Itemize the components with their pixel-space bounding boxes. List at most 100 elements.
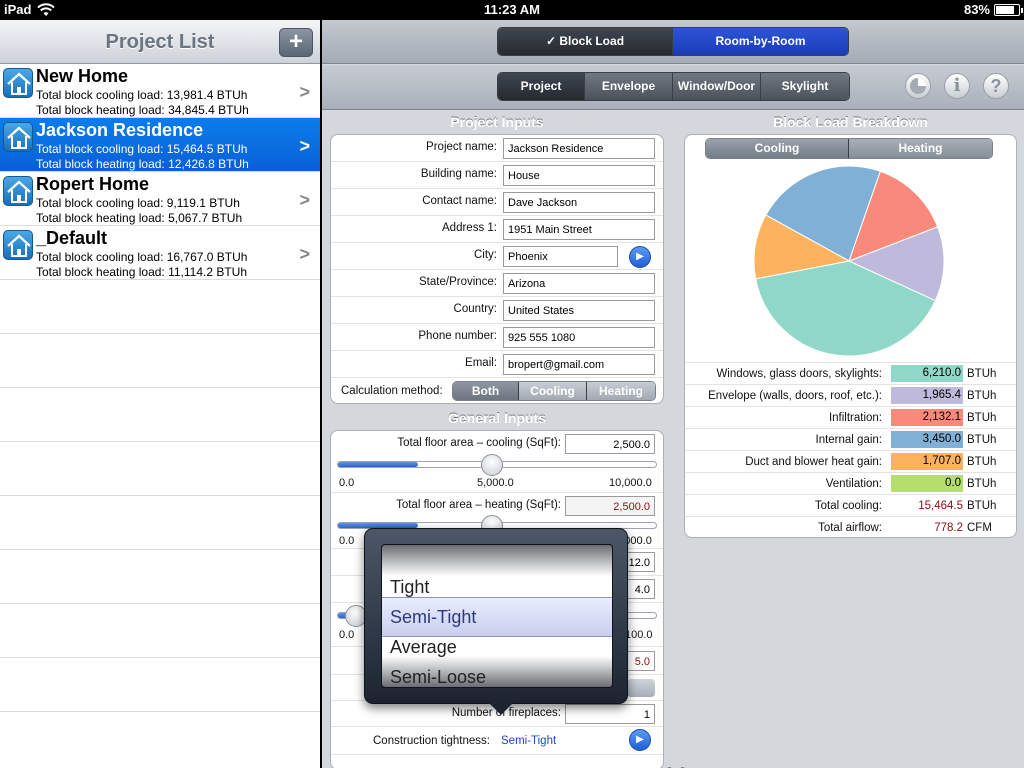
project-cooling-load: Total block cooling load: 9,119.1 BTUh [36, 196, 240, 210]
total-airflow-row: Total airflow: 778.2 CFM [685, 516, 1016, 537]
breakdown-label: Envelope (walls, doors, roof, etc.): [708, 390, 882, 402]
fireplaces-input[interactable]: 1 [565, 704, 655, 724]
tab-cooling[interactable]: Cooling [706, 139, 849, 158]
empty-row [0, 388, 320, 442]
construction-tightness-disclosure[interactable]: ▶ [629, 729, 651, 751]
project-list-header: Project List + [0, 20, 320, 64]
project-cooling-load: Total block cooling load: 16,767.0 BTUh [36, 250, 248, 264]
project-name: Ropert Home [36, 174, 150, 194]
floor-area-cooling-knob[interactable] [481, 454, 503, 476]
project-list-title: Project List [105, 31, 215, 53]
breakdown-unit: BTUh [967, 390, 997, 402]
calc-cooling-option[interactable]: Cooling [519, 382, 587, 400]
hidden-select-button[interactable] [627, 679, 655, 697]
field-input[interactable]: Arizona [503, 273, 655, 294]
picker-option-tight[interactable]: Tight [390, 577, 429, 598]
breakdown-row: Windows, glass doors, skylights: 6,210.0 B… [685, 362, 1016, 384]
project-name: New Home [36, 66, 129, 86]
tab-room-by-room[interactable]: Room-by-Room [673, 28, 848, 55]
chevron-right-icon: > [299, 244, 310, 264]
breakdown-label: Ventilation: [825, 478, 882, 490]
project-cooling-load: Total block cooling load: 13,981.4 BTUh [36, 88, 248, 102]
breakdown-card: Cooling Heating Windows, glass doors, sk… [684, 134, 1017, 538]
field-label: Contact name: [422, 195, 497, 207]
breakdown-tabs: Cooling Heating [705, 138, 993, 159]
field-input[interactable]: 925 555 1080 [503, 327, 655, 348]
project-inputs-title: Project Inputs [450, 114, 544, 130]
tab-window-door[interactable]: Window/Door [673, 73, 761, 100]
project-heating-load: Total block heating load: 34,845.4 BTUh [36, 103, 249, 117]
construction-tightness-row[interactable]: Construction tightness: Semi-Tight ▶ [331, 727, 663, 755]
breakdown-value: 1,707.0 [891, 453, 963, 470]
field-input[interactable]: House [503, 165, 655, 186]
floor-area-heating-input[interactable]: 2,500.0 [565, 496, 655, 516]
breakdown-row: Duct and blower heat gain: 1,707.0 BTUh [685, 450, 1016, 472]
breakdown-unit: BTUh [967, 412, 997, 424]
tab-heating[interactable]: Heating [849, 139, 992, 158]
calc-heating-option[interactable]: Heating [587, 382, 655, 400]
battery-icon [994, 4, 1023, 16]
field-input[interactable]: Phoenix [503, 246, 618, 267]
breakdown-label: Infiltration: [828, 412, 882, 424]
project-heating-load: Total block heating load: 5,067.7 BTUh [36, 211, 243, 225]
app-root: iPad 11:23 AM 83% Project List + New Hom… [0, 0, 1024, 768]
empty-row [0, 604, 320, 658]
project-row[interactable]: New Home Total block cooling load: 13,981… [0, 64, 320, 118]
field-input[interactable]: United States [503, 300, 655, 321]
slider-min-label: 0.0 [339, 477, 355, 489]
breakdown-value: 6,210.0 [891, 365, 963, 382]
project-row[interactable]: Jackson Residence Total block cooling loa… [0, 118, 320, 172]
project-fields: Project name: Jackson Residence Building n… [331, 135, 663, 378]
pie-chart-icon[interactable] [905, 73, 931, 99]
project-field-row: Country: United States [331, 297, 663, 324]
project-row[interactable]: _Default Total block cooling load: 16,767… [0, 226, 320, 280]
breakdown-row: Envelope (walls, doors, roof, etc.): 1,96… [685, 384, 1016, 406]
tab-envelope[interactable]: Envelope [585, 73, 673, 100]
total-airflow-label: Total airflow: [818, 522, 882, 534]
section-toolbar: Project Envelope Window/Door Skylight i … [322, 65, 1024, 110]
page-indicator [650, 759, 689, 768]
tightness-picker-wheel[interactable]: Tight Semi-Tight Average Semi-Loose [381, 544, 613, 688]
total-airflow-value: 778.2 [934, 522, 963, 534]
floor-area-heating-label: Total floor area – heating (SqFt): [396, 499, 561, 511]
picker-option-average[interactable]: Average [390, 637, 457, 658]
field-label: Email: [465, 357, 497, 369]
floor-area-cooling-input[interactable]: 2,500.0 [565, 434, 655, 454]
tab-project[interactable]: Project [498, 73, 585, 100]
project-row[interactable]: Ropert Home Total block cooling load: 9,1… [0, 172, 320, 226]
field-label: Country: [453, 303, 497, 315]
breakdown-value: 1,965.4 [891, 387, 963, 404]
calc-both-option[interactable]: Both [453, 382, 519, 400]
field-input[interactable]: Jackson Residence [503, 138, 655, 159]
status-bar: iPad 11:23 AM 83% [0, 0, 1024, 20]
help-icon[interactable]: ? [983, 73, 1009, 99]
breakdown-label: Internal gain: [815, 434, 883, 446]
empty-row [0, 496, 320, 550]
picker-option-semi-tight[interactable]: Semi-Tight [390, 607, 476, 628]
project-field-row: Building name: House [331, 162, 663, 189]
total-cooling-unit: BTUh [967, 500, 997, 512]
total-cooling-label: Total cooling: [814, 500, 882, 512]
calculation-method-label: Calculation method: [341, 385, 443, 397]
breakdown-unit: BTUh [967, 434, 997, 446]
city-lookup-button[interactable]: ▶ [629, 246, 651, 268]
project-field-row: Email: bropert@gmail.com [331, 351, 663, 378]
picker-option-semi-loose[interactable]: Semi-Loose [390, 667, 486, 687]
add-project-button[interactable]: + [279, 28, 313, 57]
field-input[interactable]: bropert@gmail.com [503, 354, 655, 375]
house-icon [3, 176, 33, 206]
tab-skylight[interactable]: Skylight [761, 73, 849, 100]
field-input[interactable]: Dave Jackson [503, 192, 655, 213]
breakdown-row: Internal gain: 3,450.0 BTUh [685, 428, 1016, 450]
empty-row [0, 658, 320, 712]
mode-toolbar: ✓ Block Load Room-by-Room [322, 20, 1024, 64]
project-list: New Home Total block cooling load: 13,981… [0, 64, 320, 280]
info-icon[interactable]: i [944, 73, 970, 99]
project-name: _Default [36, 228, 108, 248]
breakdown-label: Duct and blower heat gain: [745, 456, 882, 468]
clock: 11:23 AM [484, 2, 540, 17]
field-input[interactable]: 1951 Main Street [503, 219, 655, 240]
tab-block-load[interactable]: ✓ Block Load [498, 28, 673, 55]
empty-row [0, 442, 320, 496]
field-label: Address 1: [442, 222, 497, 234]
